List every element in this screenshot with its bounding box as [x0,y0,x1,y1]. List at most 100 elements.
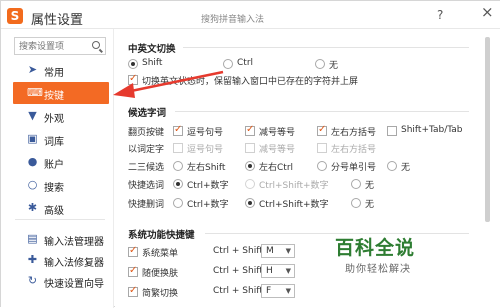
checkbox-label: Shift+Tab/Tab [401,125,463,135]
manager-icon: ▤ [27,232,38,245]
checkbox-random-skin[interactable] [128,265,138,277]
radio-label: 分号单引号 [331,163,377,173]
section-title-candidates: 候选字词 [128,108,167,119]
sidebar-item-label: 高级 [44,206,64,217]
sidebar-item-keys[interactable]: ⌨ 按键 [13,82,109,104]
sogou-logo: S [7,8,23,24]
radio-switch-shift[interactable] [128,59,138,69]
sidebar-item-account[interactable]: ● 账户 [13,151,109,173]
checkbox-brackets[interactable] [317,124,327,136]
checkbox-comma-period[interactable] [173,124,183,136]
sidebar-item-label: 按键 [44,91,64,102]
radio-label: Ctrl+Shift+数字 [259,200,329,210]
sidebar-item-dictionary[interactable]: ▣ 词库 [13,128,109,150]
search-box[interactable] [14,37,106,55]
keyboard-icon: ⌨ [27,86,43,99]
paper-plane-icon: ➤ [27,63,38,76]
key-select-random-skin[interactable]: H ▼ [261,264,295,278]
checkbox-label: 减号等号 [259,145,296,155]
select-value: M [266,246,274,256]
key-select-simplified-traditional[interactable]: F ▼ [261,284,295,298]
checkbox-label: 逗号句号 [187,145,224,155]
watermark-subtitle: 助你轻松解决 [345,264,411,275]
checkbox-label: 左右方括号 [331,145,377,155]
shirt-icon: ▼ [28,109,37,122]
radio-label: Ctrl+数字 [187,200,229,210]
watermark-title: 百科全说 [335,237,416,259]
row-label: 二三候选 [128,163,165,173]
row-label: 快捷选词 [128,181,165,191]
scrollbar-thumb[interactable] [485,37,490,222]
radio-label: Shift [142,58,163,68]
search-icon[interactable] [92,41,100,49]
checkbox-simplified-traditional[interactable] [128,285,138,297]
radio-label: 无 [365,181,375,191]
tool-ime-repair[interactable]: ✚ 输入法修复器 [13,249,109,271]
radio-semicolon[interactable] [317,161,327,171]
radio-row23-none[interactable] [387,161,397,171]
title-bar: S 属性设置 搜狗拼音输入法 ? × [1,1,500,29]
radio-label: 无 [365,200,375,210]
radio-left-shift[interactable] [173,161,183,171]
sidebar-item-label: 账户 [44,160,64,171]
sidebar-item-label: 词库 [44,137,64,148]
sidebar-item-appearance[interactable]: ▼ 外观 [13,105,109,127]
tool-quick-wizard[interactable]: ↻ 快速设置向导 [13,270,109,292]
checkbox-label: 逗号句号 [187,128,224,138]
radio-label: Ctrl+数字 [187,181,229,191]
radio-label: 左右Ctrl [259,163,294,173]
checkbox-word-brackets[interactable] [317,143,327,153]
sidebar-item-search[interactable]: ○ 搜索 [13,174,109,196]
sidebar-item-label: 常用 [44,68,64,79]
sidebar-item-label: 外观 [44,114,64,125]
sidebar-item-label: 搜索 [44,183,64,194]
radio-label: 左右Shift [187,163,226,173]
radio-select-ctrl-num[interactable] [173,179,183,189]
radio-switch-ctrl[interactable] [223,59,233,69]
tool-ime-manager[interactable]: ▤ 输入法管理器 [13,228,109,250]
checkbox-label: 减号等号 [259,128,296,138]
tool-label: 输入法管理器 [44,237,104,248]
checkbox-system-menu[interactable] [128,245,138,257]
window-subtitle: 搜狗拼音输入法 [201,15,265,25]
sidebar-item-advanced[interactable]: ✱ 高级 [13,197,109,219]
shortcut-label: 系统菜单 [142,249,179,259]
key-select-system-menu[interactable]: M ▼ [261,244,295,258]
section-title-cn-en: 中英文切换 [128,44,176,55]
search-icon: ○ [27,178,38,191]
radio-select-none[interactable] [351,179,361,189]
checkbox-minus-equal[interactable] [245,124,255,136]
radio-label: 无 [329,61,339,71]
tool-label: 快速设置向导 [44,279,104,290]
radio-switch-none[interactable] [315,59,325,69]
checkbox-keep-chars[interactable] [128,73,138,85]
section-title-shortcuts: 系统功能快捷键 [128,230,195,241]
radio-label: Ctrl+Shift+数字 [259,181,329,191]
row-label: 快捷删词 [128,200,165,210]
radio-select-ctrl-shift-num[interactable] [245,179,255,189]
shortcut-label: 随便换肤 [142,269,179,279]
settings-window: S 属性设置 搜狗拼音输入法 ? × ➤ 常用 ⌨ 按键 ▼ 外观 ▣ 词库 ●… [0,0,500,308]
help-button[interactable]: ? [437,9,443,21]
tool-label: 输入法修复器 [44,258,104,269]
sidebar-item-common[interactable]: ➤ 常用 [13,59,109,81]
select-value: H [266,266,273,276]
radio-delete-none[interactable] [351,198,361,208]
radio-left-ctrl[interactable] [245,161,255,171]
sidebar: ➤ 常用 ⌨ 按键 ▼ 外观 ▣ 词库 ● 账户 ○ 搜索 ✱ 高级 ▤ [1,29,114,308]
user-icon: ● [27,155,38,168]
checkbox-word-comma[interactable] [173,143,183,153]
repair-icon: ✚ [27,253,38,266]
chevron-down-icon: ▼ [285,267,291,275]
select-value: F [266,286,272,296]
radio-delete-ctrl-num[interactable] [173,198,183,208]
checkbox-shift-tab[interactable] [387,126,397,136]
chevron-down-icon: ▼ [285,247,291,255]
row-label: 翻页按键 [128,128,165,138]
close-button[interactable]: × [481,5,494,20]
search-input[interactable] [19,40,89,53]
shortcut-label: 简繁切换 [142,289,179,299]
radio-label: Ctrl [237,58,254,68]
checkbox-word-minus[interactable] [245,143,255,153]
radio-delete-ctrl-shift-num[interactable] [245,198,255,208]
